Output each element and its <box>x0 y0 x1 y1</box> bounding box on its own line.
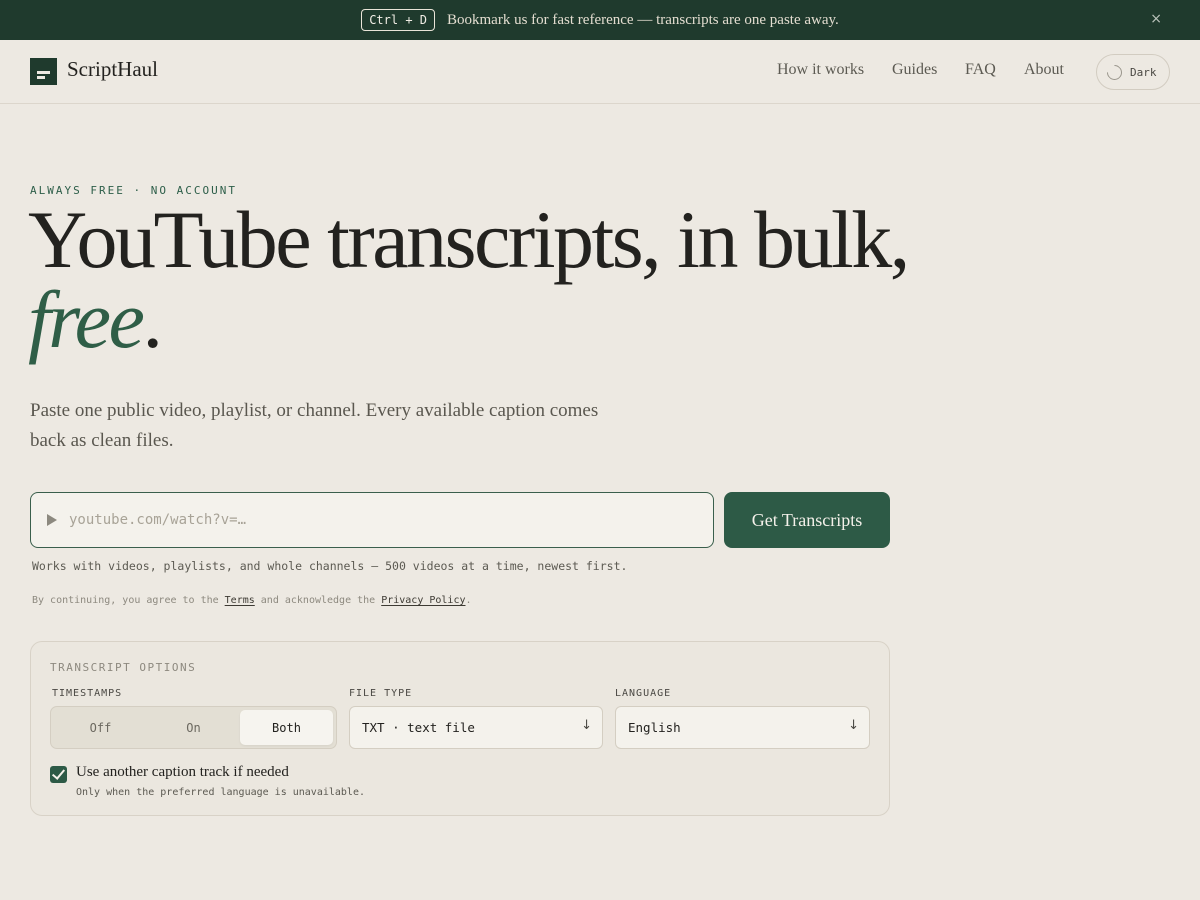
hero-description: Paste one public video, playlist, or cha… <box>30 400 599 451</box>
language-label: LANGUAGE <box>615 688 672 699</box>
get-transcripts-button[interactable]: Get Transcripts <box>724 492 890 548</box>
file-type-label: FILE TYPE <box>349 688 413 699</box>
headline-text: YouTube transcripts, in bulk, <box>28 194 910 285</box>
dark-mode-label: Dark <box>1130 65 1157 79</box>
fallback-caption-label[interactable]: Use another caption track if needed <box>76 764 289 781</box>
language-select[interactable]: English ↓ <box>615 706 870 749</box>
headline-emphasis: free <box>28 274 145 365</box>
nav-about[interactable]: About <box>1024 61 1064 79</box>
url-input[interactable] <box>69 512 669 528</box>
transcript-options-panel: TRANSCRIPT OPTIONS TIMESTAMPS Off On Bot… <box>30 641 890 816</box>
banner-message: Bookmark us for fast reference — transcr… <box>447 11 839 28</box>
play-icon <box>47 514 57 526</box>
nav-how-it-works[interactable]: How it works <box>777 61 864 79</box>
headline-period: . <box>142 274 163 365</box>
timestamps-label: TIMESTAMPS <box>52 688 123 699</box>
page-title: YouTube transcripts, in bulk, free. <box>28 199 928 361</box>
dark-mode-toggle[interactable]: Dark <box>1096 54 1170 90</box>
nav-faq[interactable]: FAQ <box>965 61 996 79</box>
terms-link[interactable]: Terms <box>225 595 255 606</box>
timestamps-option-both[interactable]: Both <box>240 710 333 745</box>
arrow-down-icon: ↓ <box>848 718 859 733</box>
legal-middle: and acknowledge the <box>254 595 382 606</box>
brand-name[interactable]: ScriptHaul <box>67 57 158 82</box>
site-header: ScriptHaul How it works Guides FAQ About… <box>0 40 1200 104</box>
fallback-caption-description: Only when the preferred language is unav… <box>76 787 365 798</box>
language-value: English <box>628 720 681 735</box>
file-type-select[interactable]: TXT · text file ↓ <box>349 706 603 749</box>
nav-guides[interactable]: Guides <box>892 61 937 79</box>
url-input-container[interactable] <box>30 492 714 548</box>
file-type-value: TXT · text file <box>362 720 475 735</box>
timestamps-segmented-control: Off On Both <box>50 706 337 749</box>
shortcut-key-badge: Ctrl + D <box>361 9 435 31</box>
legal-notice: By continuing, you agree to the Terms an… <box>32 595 472 606</box>
logo-icon[interactable] <box>30 58 57 85</box>
moon-icon <box>1103 61 1126 83</box>
timestamps-option-on[interactable]: On <box>147 710 240 745</box>
timestamps-option-off[interactable]: Off <box>54 710 147 745</box>
privacy-policy-link[interactable]: Privacy Policy <box>381 595 465 606</box>
fallback-caption-checkbox[interactable] <box>50 766 67 783</box>
legal-prefix: By continuing, you agree to the <box>32 595 225 606</box>
options-title: TRANSCRIPT OPTIONS <box>50 661 197 674</box>
top-banner: Ctrl + D Bookmark us for fast reference … <box>0 0 1200 40</box>
legal-suffix: . <box>465 595 472 606</box>
arrow-down-icon: ↓ <box>581 718 592 733</box>
close-icon[interactable]: × <box>1150 11 1162 27</box>
input-hint: Works with videos, playlists, and whole … <box>32 559 628 573</box>
